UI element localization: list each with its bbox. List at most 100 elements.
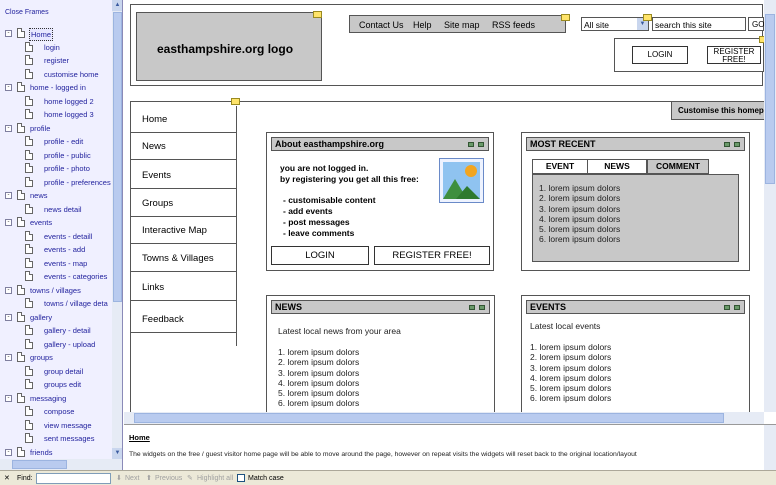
tree-vertical-scrollbar[interactable]: ▲ ▼ [112, 0, 122, 470]
tree-node-label[interactable]: news [29, 190, 49, 201]
most-recent-widget-title[interactable]: MOST RECENT [526, 137, 745, 151]
list-item[interactable]: 1. lorem ipsum dolors [278, 347, 359, 357]
tree-node-label[interactable]: profile - public [43, 150, 92, 161]
tree-node[interactable]: - towns / villages [0, 284, 112, 298]
next-arrow-icon[interactable]: ⬇ [116, 474, 122, 483]
tree-node[interactable]: home logged 2 [0, 95, 112, 109]
notes-scrollbar[interactable] [764, 425, 776, 470]
nav-item-news[interactable]: News [131, 133, 237, 160]
list-item[interactable]: 5. lorem ipsum dolors [539, 224, 620, 234]
collapse-icon[interactable]: - [5, 30, 12, 37]
tree-node[interactable]: - home - logged in [0, 81, 112, 95]
tree-node-label[interactable]: gallery [29, 312, 53, 323]
tree-node-label[interactable]: profile [29, 123, 51, 134]
collapse-icon[interactable]: - [5, 286, 12, 294]
content-horizontal-scrollbar[interactable] [124, 412, 764, 424]
tree-node-label[interactable]: register [43, 55, 70, 66]
tree-node-label[interactable]: home - logged in [29, 82, 87, 93]
close-frames-link[interactable]: Close Frames [5, 9, 49, 16]
list-item[interactable]: 4. lorem ipsum dolors [278, 378, 359, 388]
list-item[interactable]: 6. lorem ipsum dolors [539, 234, 620, 244]
close-icon[interactable] [478, 142, 484, 147]
tree-node-label[interactable]: customise home [43, 69, 100, 80]
list-item[interactable]: 5. lorem ipsum dolors [278, 388, 359, 398]
tree-node[interactable]: events - add [0, 243, 112, 257]
tree-node[interactable]: events - detaill [0, 230, 112, 244]
list-item[interactable]: 4. lorem ipsum dolors [530, 373, 611, 383]
tree-node[interactable]: group detail [0, 365, 112, 379]
list-item[interactable]: 4. lorem ipsum dolors [539, 214, 620, 224]
tree-node[interactable]: - profile [0, 122, 112, 136]
tree-node-label[interactable]: events - add [43, 244, 86, 255]
tree-node[interactable]: home logged 3 [0, 108, 112, 122]
nav-item-feedback[interactable]: Feedback [131, 306, 237, 333]
tree-node-label[interactable]: events - map [43, 258, 88, 269]
list-item[interactable]: 3. lorem ipsum dolors [530, 363, 611, 373]
tree-node[interactable]: profile - edit [0, 135, 112, 149]
tree-node[interactable]: gallery - detail [0, 324, 112, 338]
find-next-button[interactable]: Next [125, 474, 139, 483]
about-login-button[interactable]: LOGIN [271, 246, 369, 265]
scroll-thumb[interactable] [765, 14, 775, 184]
collapse-icon[interactable]: - [5, 84, 12, 91]
tree-node-label[interactable]: profile - photo [43, 163, 91, 174]
about-widget-title[interactable]: About easthampshire.org [271, 137, 489, 151]
scroll-thumb[interactable] [12, 460, 67, 469]
tree-node-label[interactable]: login [43, 42, 61, 53]
highlight-all-button[interactable]: Highlight all [197, 474, 233, 483]
help-link[interactable]: Help [413, 20, 432, 30]
close-icon[interactable] [734, 142, 740, 147]
nav-item-towns-villages[interactable]: Towns & Villages [131, 245, 237, 272]
tree-node-label[interactable]: profile - preferences [43, 177, 112, 188]
list-item[interactable]: 2. lorem ipsum dolors [530, 352, 611, 362]
tree-node[interactable]: news detail [0, 203, 112, 217]
match-case-checkbox[interactable] [237, 474, 245, 482]
tree-node-label[interactable]: home logged 2 [43, 96, 95, 107]
tree-node-label[interactable]: events - detaill [43, 231, 93, 242]
list-item[interactable]: 3. lorem ipsum dolors [278, 368, 359, 378]
tree-node[interactable]: towns / village deta [0, 297, 112, 311]
tree-node-label[interactable]: messaging [29, 393, 67, 404]
collapse-icon[interactable]: - [5, 192, 12, 199]
nav-item-events[interactable]: Events [131, 162, 237, 189]
header-login-button[interactable]: LOGIN [632, 46, 688, 64]
tree-node-label[interactable]: groups [29, 352, 54, 363]
tree-node[interactable]: profile - preferences [0, 176, 112, 190]
tree-node[interactable]: login [0, 41, 112, 55]
tree-node-label[interactable]: compose [43, 406, 75, 417]
find-previous-button[interactable]: Previous [155, 474, 182, 483]
minimise-icon[interactable] [469, 305, 475, 310]
tree-node-label[interactable]: events - categories [43, 271, 108, 282]
tree-node[interactable]: - events [0, 216, 112, 230]
tree-node[interactable]: profile - public [0, 149, 112, 163]
tree-node[interactable]: - groups [0, 351, 112, 365]
tree-node[interactable]: gallery - upload [0, 338, 112, 352]
nav-item-links[interactable]: Links [131, 274, 237, 301]
tree-node[interactable]: view message [0, 419, 112, 433]
minimise-icon[interactable] [724, 305, 730, 310]
header-register-button[interactable]: REGISTER FREE! [707, 46, 761, 64]
close-icon[interactable] [734, 305, 740, 310]
list-item[interactable]: 1. lorem ipsum dolors [530, 342, 611, 352]
tree-node-label[interactable]: group detail [43, 366, 84, 377]
tree-node-label[interactable]: groups edit [43, 379, 82, 390]
tree-node[interactable]: customise home [0, 68, 112, 82]
collapse-icon[interactable]: - [5, 354, 12, 361]
tab-news[interactable]: NEWS [587, 159, 647, 174]
tree-node[interactable]: register [0, 54, 112, 68]
events-widget-title[interactable]: EVENTS [526, 300, 745, 314]
list-item[interactable]: 3. lorem ipsum dolors [539, 204, 620, 214]
go-button[interactable]: GO [748, 17, 764, 31]
tree-node-label[interactable]: Home [29, 28, 54, 41]
tree-node-label[interactable]: events [29, 217, 53, 228]
scroll-thumb[interactable] [113, 12, 122, 302]
tree-node-label[interactable]: profile - edit [43, 136, 84, 147]
tree-node[interactable]: - gallery [0, 311, 112, 325]
search-input[interactable]: search this site [652, 17, 746, 31]
tree-node[interactable]: profile - photo [0, 162, 112, 176]
tree-node-label[interactable]: gallery - detail [43, 325, 92, 336]
scroll-thumb[interactable] [134, 413, 724, 423]
close-icon[interactable] [479, 305, 485, 310]
scroll-up-icon[interactable]: ▲ [112, 0, 122, 11]
logo[interactable]: easthampshire.org logo [136, 12, 322, 81]
